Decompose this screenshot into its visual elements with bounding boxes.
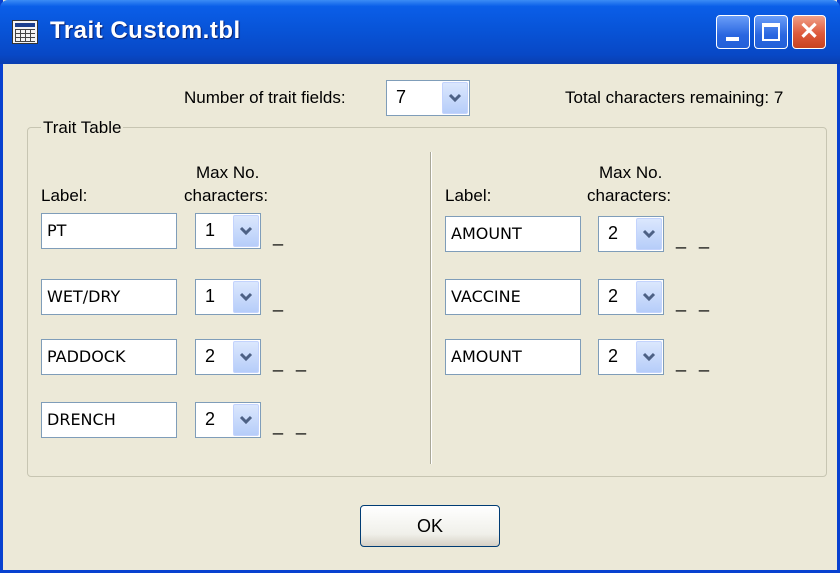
- label-header-right: Label:: [445, 186, 492, 205]
- trait-label-field[interactable]: AMOUNT: [445, 216, 581, 252]
- max-chars-value: 2: [205, 346, 216, 366]
- max-chars-value: 2: [608, 223, 619, 243]
- close-button[interactable]: ✕: [792, 15, 826, 49]
- column-divider: [430, 152, 431, 464]
- trait-table-title: Trait Table: [41, 118, 124, 138]
- trait-custom-dialog: Trait Custom.tbl ✕ Number of trait field…: [0, 0, 840, 573]
- chevron-down-icon[interactable]: [233, 215, 259, 247]
- close-icon: ✕: [798, 18, 820, 45]
- num-fields-label: Number of trait fields:: [184, 88, 346, 107]
- label-header-left: Label:: [41, 186, 88, 205]
- max-header-right-line1: Max No.: [599, 163, 663, 182]
- max-chars-dropdown[interactable]: 2: [598, 216, 664, 252]
- max-chars-dropdown[interactable]: 1: [195, 213, 261, 249]
- max-chars-value: 2: [608, 286, 619, 306]
- ok-button[interactable]: OK: [360, 505, 500, 547]
- trait-label-field[interactable]: PADDOCK: [41, 339, 177, 375]
- num-fields-dropdown[interactable]: 7: [386, 80, 470, 116]
- window-title: Trait Custom.tbl: [50, 17, 241, 44]
- trait-label-field[interactable]: PT: [41, 213, 177, 249]
- max-chars-dropdown[interactable]: 2: [598, 279, 664, 315]
- char-placeholder: _ _: [273, 352, 311, 372]
- max-header-right-line2: characters:: [587, 186, 672, 205]
- chevron-down-icon[interactable]: [233, 341, 259, 373]
- char-placeholder: _ _: [273, 415, 311, 435]
- char-placeholder: _ _: [676, 352, 714, 372]
- max-chars-value: 2: [205, 409, 216, 429]
- max-chars-dropdown[interactable]: 2: [195, 339, 261, 375]
- title-bar[interactable]: Trait Custom.tbl ✕: [0, 0, 840, 64]
- minimize-icon: [726, 37, 739, 41]
- trait-label-field[interactable]: DRENCH: [41, 402, 177, 438]
- max-chars-value: 1: [205, 220, 216, 240]
- char-placeholder: _ _: [676, 292, 714, 312]
- char-placeholder: _ _: [676, 229, 714, 249]
- trait-label-field[interactable]: AMOUNT: [445, 339, 581, 375]
- chevron-down-icon[interactable]: [636, 218, 662, 250]
- minimize-button[interactable]: [716, 15, 750, 49]
- table-app-icon: [12, 20, 38, 44]
- char-placeholder: _: [273, 226, 288, 246]
- max-chars-dropdown[interactable]: 2: [598, 339, 664, 375]
- max-chars-value: 1: [205, 286, 216, 306]
- maximize-button[interactable]: [754, 15, 788, 49]
- trait-label-field[interactable]: VACCINE: [445, 279, 581, 315]
- num-fields-value: 7: [396, 87, 407, 107]
- chevron-down-icon[interactable]: [636, 341, 662, 373]
- max-chars-dropdown[interactable]: 1: [195, 279, 261, 315]
- char-placeholder: _: [273, 292, 288, 312]
- chevron-down-icon[interactable]: [233, 281, 259, 313]
- max-chars-dropdown[interactable]: 2: [195, 402, 261, 438]
- trait-label-field[interactable]: WET/DRY: [41, 279, 177, 315]
- max-header-left-line2: characters:: [184, 186, 269, 205]
- chevron-down-icon[interactable]: [636, 281, 662, 313]
- max-header-left-line1: Max No.: [196, 163, 260, 182]
- chevron-down-icon[interactable]: [442, 82, 468, 114]
- max-chars-value: 2: [608, 346, 619, 366]
- maximize-icon: [762, 23, 780, 41]
- characters-remaining: Total characters remaining: 7: [565, 88, 784, 107]
- chevron-down-icon[interactable]: [233, 404, 259, 436]
